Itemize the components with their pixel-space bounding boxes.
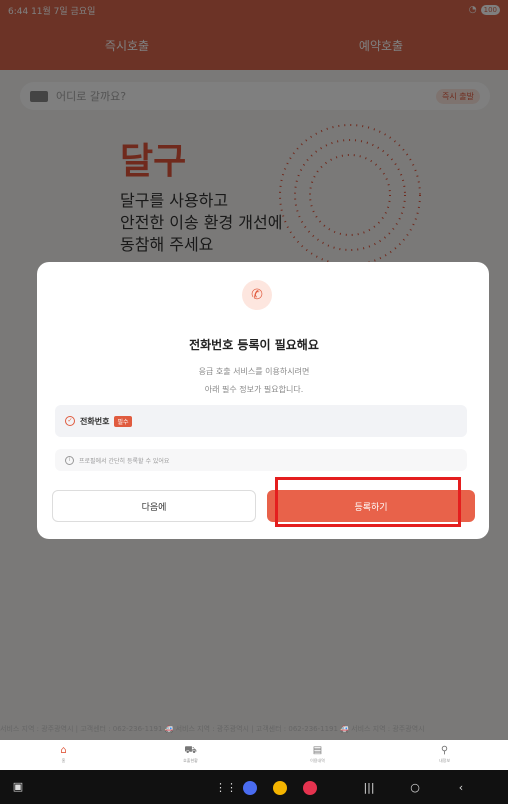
document-icon: ▤: [312, 745, 323, 756]
nav-history-label: 이용내역: [310, 758, 325, 763]
dialog-title: 전화번호 등록이 필요해요: [189, 338, 319, 352]
truck-icon: ⛟: [184, 745, 197, 756]
nav-my-info-label: 내정보: [438, 758, 451, 763]
youtube-icon[interactable]: [303, 781, 317, 795]
nav-call-status[interactable]: ⛟ 호출현황: [127, 740, 254, 770]
phone-call-icon: ✆: [242, 280, 272, 310]
screenshot-icon[interactable]: ▣: [12, 781, 24, 793]
info-hint-text: 프로필에서 간단히 등록할 수 있어요: [79, 457, 170, 465]
info-hint-row: i 프로필에서 간단히 등록할 수 있어요: [55, 449, 467, 471]
chrome-icon[interactable]: [273, 781, 287, 795]
bottom-navigation: ⌂ 홈 ⛟ 호출현황 ▤ 이용내역 ⚲ 내정보: [0, 740, 508, 770]
nav-home[interactable]: ⌂ 홈: [0, 740, 127, 770]
nav-my-info[interactable]: ⚲ 내정보: [381, 740, 508, 770]
highlight-box: [275, 477, 461, 527]
back-icon[interactable]: ‹: [455, 782, 467, 794]
system-app-tray: ⋮⋮ ||| ○ ‹: [215, 781, 467, 795]
later-button[interactable]: 다음에: [52, 490, 256, 522]
nav-call-status-label: 호출현황: [183, 758, 198, 763]
recents-icon[interactable]: |||: [363, 782, 375, 794]
nav-home-label: 홈: [61, 758, 66, 763]
info-icon: i: [65, 455, 74, 465]
home-icon: ⌂: [60, 745, 67, 756]
required-field-label: 전화번호: [80, 416, 110, 426]
nav-history[interactable]: ▤ 이용내역: [254, 740, 381, 770]
required-info-row: ✓ 전화번호 필수: [55, 405, 467, 437]
app-shortcut-icon[interactable]: [243, 781, 257, 795]
service-info-marquee: 서비스 지역 : 광주광역시 | 고객센터 : 062-236-1191 🚑 서…: [0, 725, 425, 733]
check-circle-icon: ✓: [65, 416, 75, 426]
person-icon: ⚲: [440, 745, 449, 756]
dialog-description: 응급 호출 서비스를 이용하시려면 아래 필수 정보가 필요합니다.: [198, 367, 310, 394]
required-badge: 필수: [114, 415, 132, 427]
home-button-icon[interactable]: ○: [409, 782, 421, 794]
app-drawer-icon[interactable]: ⋮⋮: [215, 782, 237, 794]
